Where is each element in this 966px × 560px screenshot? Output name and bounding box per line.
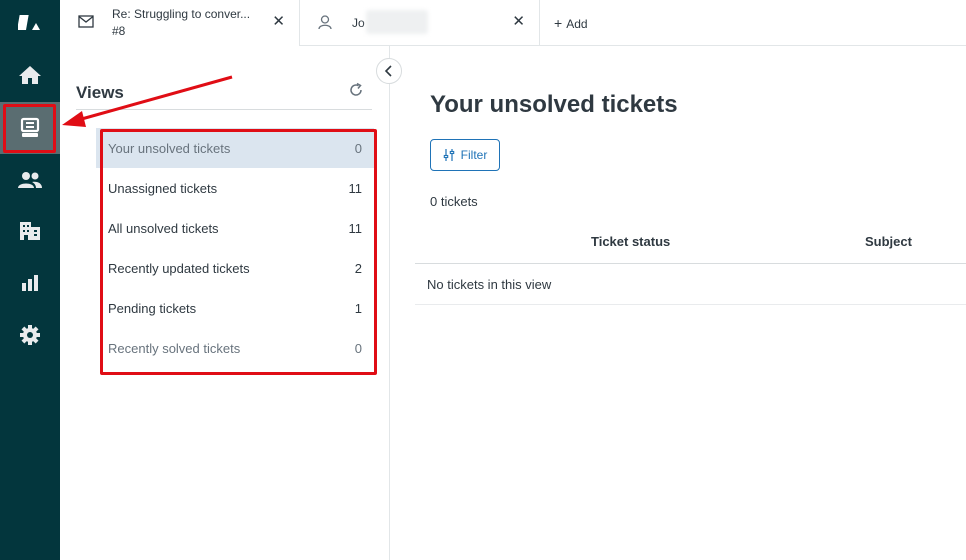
close-icon[interactable]: ✕ [512,14,525,30]
mail-icon [78,15,94,33]
column-header-subject[interactable]: Subject [865,234,912,249]
filter-label: Filter [460,148,488,162]
empty-state-row: No tickets in this view [415,264,966,305]
tab-title: Re: Struggling to conver... [112,7,251,21]
divider [76,109,372,110]
page-title: Your unsolved tickets [430,91,678,118]
users-icon[interactable] [0,154,60,206]
add-tab-button[interactable]: + Add [554,15,588,31]
ticket-count: 0 tickets [430,194,478,209]
tab-ticket-8[interactable]: Re: Struggling to conver... #8 ✕ [60,0,300,46]
tab-title: Jo [352,16,365,30]
close-icon[interactable]: ✕ [272,14,285,30]
left-nav-rail [0,0,60,560]
tab-subtitle: #8 [112,24,126,38]
main-content: Your unsolved tickets Filter 0 tickets T… [391,46,966,560]
refresh-icon[interactable] [348,82,364,103]
add-tab-label: Add [566,17,588,31]
filter-icon [443,149,454,161]
filter-button[interactable]: Filter [430,139,500,171]
plus-icon: + [554,15,563,31]
zendesk-logo-icon[interactable] [0,0,60,46]
redacted-name [366,10,428,34]
column-header-ticket-status[interactable]: Ticket status [591,234,670,249]
views-heading: Views [76,83,124,102]
gear-icon[interactable] [0,309,60,361]
annotation-box-views-icon [3,104,56,153]
annotation-box-view-list [100,129,377,375]
building-icon[interactable] [0,205,60,257]
table-header: Ticket status Subject [415,224,966,264]
tab-user[interactable]: Jo ✕ [300,0,540,46]
bar-chart-icon[interactable] [0,257,60,309]
tab-bar: Re: Struggling to conver... #8 ✕ Jo ✕ + A… [60,0,966,46]
user-icon [318,15,332,35]
home-icon[interactable] [0,49,60,101]
empty-message: No tickets in this view [427,277,552,292]
